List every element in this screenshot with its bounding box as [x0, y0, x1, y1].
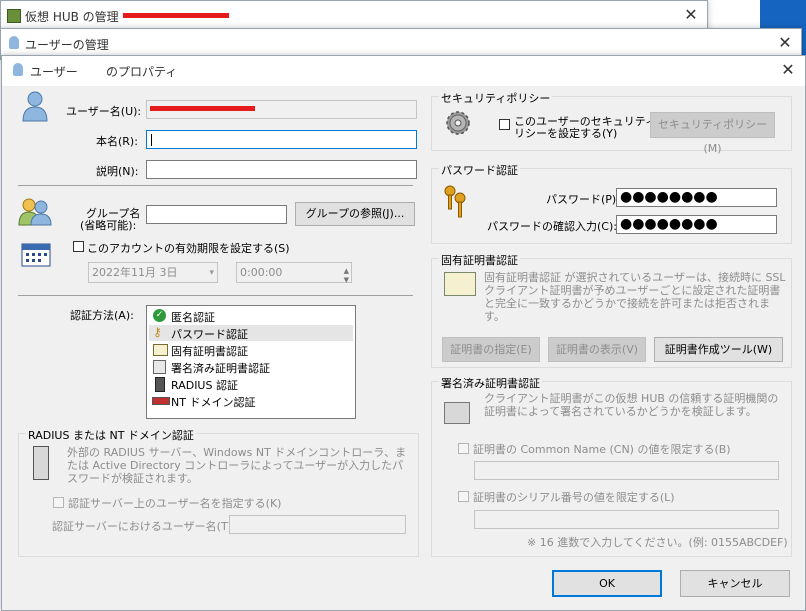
cert-auth-description: 固有証明書認証 が選択されているユーザーは、接続時に SSL クライアント証明書…: [484, 271, 786, 323]
security-policy-checkbox[interactable]: [499, 119, 510, 130]
user-avatar-icon: [22, 91, 48, 122]
expire-checkbox-label: このアカウントの有効期限を設定する(S): [87, 242, 290, 255]
auth-method-label: NT ドメイン認証: [171, 396, 256, 409]
gear-icon: [446, 111, 470, 135]
users-window-close-button[interactable]: ✕: [775, 33, 795, 53]
signed-cert-title: 署名済み証明書認証: [439, 375, 542, 391]
auth-method-list[interactable]: ✓ 匿名認証 ⚷ パスワード認証 固有証明書認証 署名済み証明書認証 RADIU…: [146, 305, 356, 419]
auth-method-label: パスワード認証: [171, 328, 248, 341]
redacted-text: [123, 13, 229, 18]
signed-certificate-icon: [153, 360, 166, 374]
radius-description: 外部の RADIUS サーバー、Windows NT ドメインコントローラ、また…: [67, 446, 407, 485]
auth-method-item-password[interactable]: ⚷ パスワード認証: [149, 325, 353, 341]
cert-tool-button[interactable]: 証明書作成ツール(W): [654, 337, 783, 362]
password-confirm-field[interactable]: ●●●●●●●●: [616, 215, 777, 234]
realname-label: 本名(R):: [96, 135, 138, 148]
separator: [18, 185, 413, 186]
dialog-title-suffix: のプロパティ: [106, 65, 178, 79]
serial-hex-note: ※ 16 進数で入力してください。(例: 0155ABCDEF): [527, 536, 788, 549]
auth-method-item-radius[interactable]: RADIUS 認証: [149, 376, 353, 392]
certificate-icon: [444, 272, 476, 296]
password-label: パスワード(P):: [546, 193, 620, 206]
users-window-title: ユーザーの管理: [25, 38, 109, 52]
username-label: ユーザー名(U):: [66, 105, 142, 118]
serial-value-field[interactable]: [474, 510, 779, 529]
signed-cert-description: クライアント証明書がこの仮想 HUB の信頼する証明機関の証明書によって署名され…: [484, 392, 779, 418]
expire-time-value: 0:00:00: [240, 266, 283, 279]
auth-method-label: 認証方法(A):: [70, 309, 134, 322]
description-field[interactable]: [146, 160, 417, 179]
server-icon: [155, 377, 165, 392]
group-icon: [18, 198, 52, 226]
auth-method-label: RADIUS 認証: [171, 379, 238, 392]
cert-specify-button[interactable]: 証明書の指定(E): [442, 337, 540, 362]
auth-method-label: 固有証明書認証: [171, 345, 248, 358]
expire-date-picker[interactable]: 2022年11月 3日 ▾: [88, 262, 218, 283]
background-window-title: 仮想 HUB の管理 -: [25, 10, 127, 24]
dialog-close-button[interactable]: ✕: [778, 60, 798, 80]
password-confirm-value: ●●●●●●●●: [620, 216, 718, 232]
radius-server-user-label: 認証サーバーにおけるユーザー名(T):: [52, 520, 236, 533]
password-confirm-label: パスワードの確認入力(C):: [487, 220, 617, 233]
security-policy-checkbox-label-line2: リシーを設定する(Y): [514, 127, 618, 140]
group-name-field[interactable]: [146, 205, 287, 224]
cn-value-field[interactable]: [474, 461, 779, 480]
server-icon: [33, 446, 49, 480]
domain-icon: [152, 397, 170, 405]
user-icon: [13, 63, 23, 76]
cancel-button[interactable]: キャンセル: [680, 570, 790, 597]
calendar-icon: [21, 243, 51, 267]
calendar-dropdown-icon[interactable]: ▾: [209, 265, 214, 282]
hub-icon: [7, 9, 21, 23]
redacted-username: [150, 106, 255, 111]
radius-specify-user-label: 認証サーバー上のユーザー名を指定する(K): [68, 497, 282, 510]
group-label-line2: (省略可能):: [80, 219, 137, 232]
password-auth-title: パスワード認証: [439, 162, 520, 178]
ok-button[interactable]: OK: [552, 570, 662, 597]
signed-certificate-icon: [444, 402, 470, 424]
key-icon: ⚷: [153, 325, 162, 339]
radius-server-user-field[interactable]: [229, 515, 406, 534]
auth-method-label: 署名済み証明書認証: [171, 362, 270, 375]
expire-time-field[interactable]: 0:00:00 ▲ ▼: [236, 262, 352, 284]
serial-limit-label: 証明書のシリアル番号の値を限定する(L): [473, 491, 675, 504]
password-field[interactable]: ●●●●●●●●: [616, 188, 777, 207]
description-label: 説明(N):: [96, 165, 139, 178]
expire-date-value: 2022年11月 3日: [92, 266, 178, 279]
user-icon: [9, 36, 19, 49]
auth-method-item-signed-cert[interactable]: 署名済み証明書認証: [149, 359, 353, 375]
certificate-icon: [153, 344, 168, 356]
serial-limit-checkbox[interactable]: [458, 491, 469, 502]
check-icon: ✓: [153, 309, 166, 322]
auth-method-item-nt-domain[interactable]: NT ドメイン認証: [149, 393, 353, 409]
background-window-titlebar[interactable]: 仮想 HUB の管理 - ✕: [1, 1, 707, 31]
auth-method-item-cert[interactable]: 固有証明書認証: [149, 342, 353, 358]
cn-limit-label: 証明書の Common Name (CN) の値を限定する(B): [473, 443, 731, 456]
auth-method-label: 匿名認証: [171, 311, 215, 324]
auth-method-item-anonymous[interactable]: ✓ 匿名認証: [149, 308, 353, 324]
radius-specify-user-checkbox[interactable]: [53, 497, 64, 508]
background-window-close-button[interactable]: ✕: [681, 5, 701, 25]
cert-view-button[interactable]: 証明書の表示(V): [548, 337, 646, 362]
text-cursor: [151, 134, 152, 146]
realname-field[interactable]: [146, 130, 417, 149]
cert-auth-title: 固有証明書認証: [439, 252, 520, 268]
group-browse-button[interactable]: グループの参照(J)...: [295, 202, 415, 226]
expire-checkbox[interactable]: [73, 241, 84, 252]
separator: [18, 295, 413, 296]
time-spin-down-icon[interactable]: ▼: [344, 272, 349, 289]
dialog-title-prefix: ユーザー: [30, 65, 78, 79]
security-policy-title: セキュリティポリシー: [439, 90, 553, 106]
background-window: 仮想 HUB の管理 - ✕: [0, 0, 708, 31]
password-value: ●●●●●●●●: [620, 189, 718, 205]
keys-icon: [444, 185, 466, 218]
cn-limit-checkbox[interactable]: [458, 443, 469, 454]
radius-group-title: RADIUS または NT ドメイン認証: [26, 427, 196, 443]
dialog-titlebar[interactable]: ユーザー のプロパティ ✕: [2, 56, 805, 86]
security-policy-button[interactable]: セキュリティポリシー(M): [650, 112, 775, 155]
